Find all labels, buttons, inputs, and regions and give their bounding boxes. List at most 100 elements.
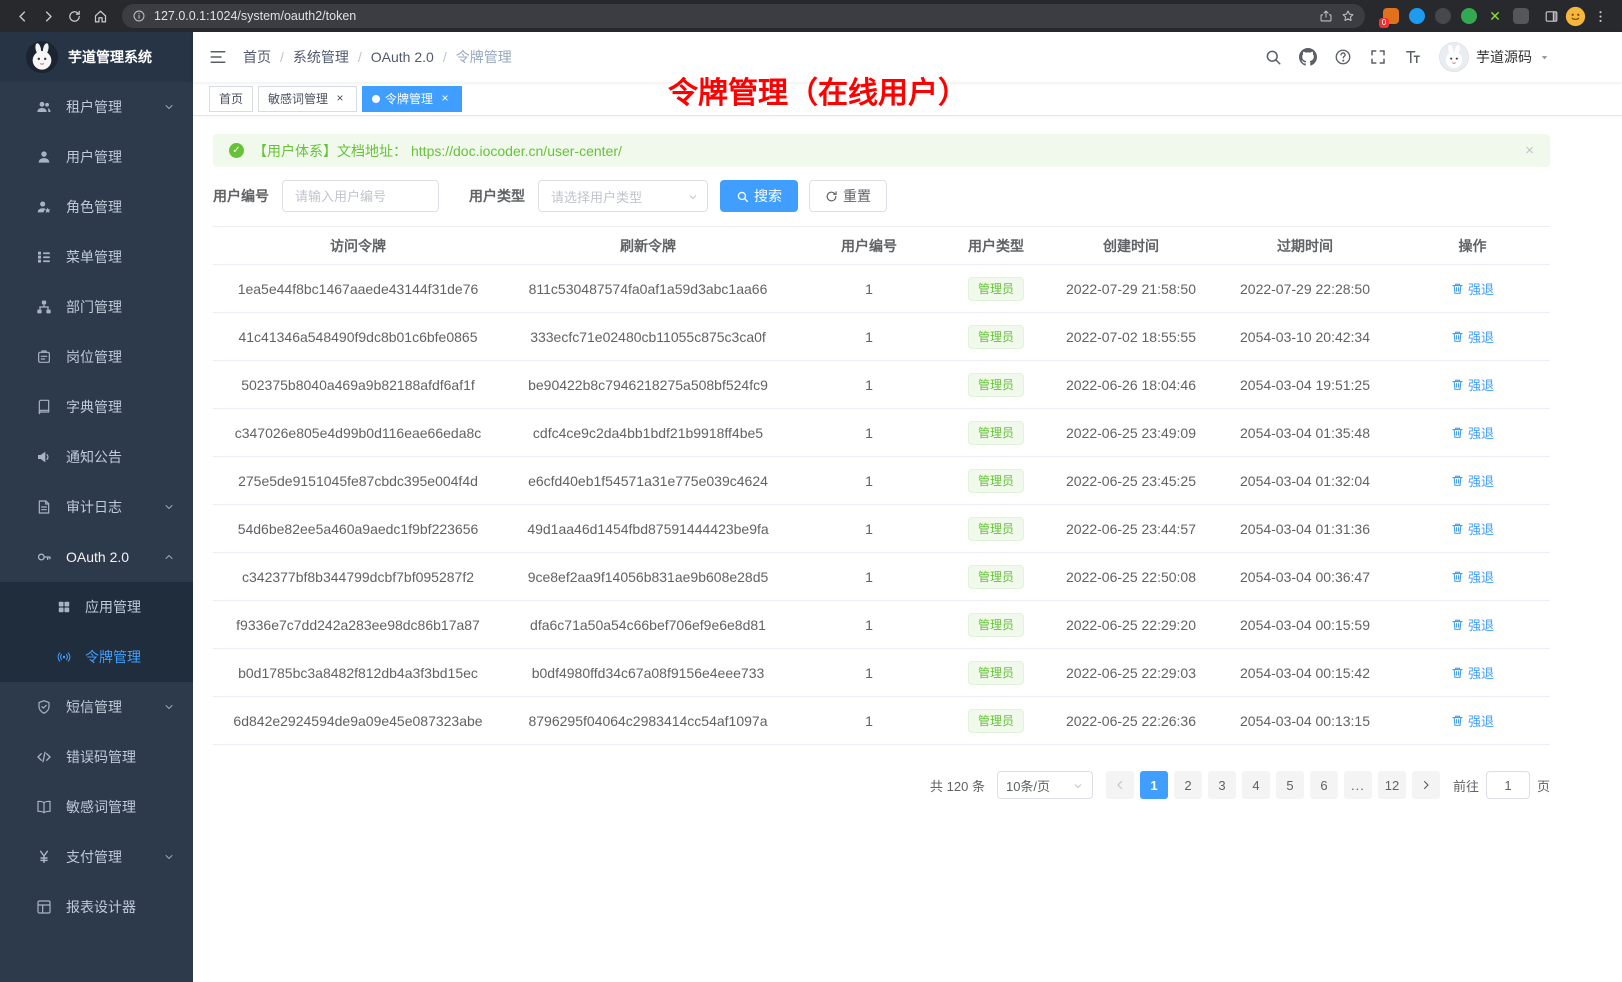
force-logout-button[interactable]: 强退 [1451,567,1494,586]
url-text[interactable]: 127.0.0.1:1024/system/oauth2/token [154,9,1311,23]
breadcrumb-item[interactable]: 系统管理 [293,47,349,67]
expire-time-cell: 2054-03-04 00:13:15 [1215,697,1395,745]
reset-button[interactable]: 重置 [809,180,887,212]
sidebar-item[interactable]: 岗位管理 [0,332,193,382]
search-icon[interactable] [1264,48,1282,66]
search-button[interactable]: 搜索 [720,180,798,212]
user-type-placeholder: 请选择用户类型 [551,187,642,206]
sidebar-item[interactable]: 短信管理 [0,682,193,732]
pagination-page-button[interactable]: 12 [1378,771,1406,799]
pagination-more-button[interactable]: ... [1344,771,1372,799]
sidebar-item[interactable]: 支付管理 [0,832,193,882]
doc-link[interactable]: https://doc.iocoder.cn/user-center/ [411,143,622,159]
tab[interactable]: 首页 [209,86,253,112]
github-icon[interactable] [1299,48,1317,66]
pagination-page-button[interactable]: 6 [1310,771,1338,799]
filter-form: 用户编号 用户类型 请选择用户类型 搜索 重置 [213,180,1550,212]
extension-icon-5[interactable]: ✕ [1487,8,1503,24]
help-icon[interactable] [1334,48,1352,66]
sidebar-item[interactable]: 租户管理 [0,82,193,132]
force-logout-button[interactable]: 强退 [1451,663,1494,682]
user-id-input[interactable] [282,180,439,212]
sidebar-item-label: 租户管理 [66,97,163,117]
browser-menu-icon[interactable] [1588,4,1612,28]
force-logout-button[interactable]: 强退 [1451,519,1494,538]
sidebar-item[interactable]: 报表设计器 [0,882,193,932]
breadcrumb-item[interactable]: 首页 [243,47,271,67]
sidebar-item[interactable]: 字典管理 [0,382,193,432]
sidebar-item[interactable]: 用户管理 [0,132,193,182]
side-panel-icon[interactable] [1539,4,1563,28]
refresh-token-cell: 9ce8ef2aa9f14056b831ae9b608e28d5 [503,553,793,601]
user-type-select[interactable]: 请选择用户类型 [538,180,708,212]
home-icon[interactable] [88,4,112,28]
alert-close-icon[interactable]: × [1525,142,1534,159]
forward-icon[interactable] [36,4,60,28]
app-logo[interactable]: 芋道管理系统 [0,32,193,82]
tab-close-icon[interactable]: × [333,92,347,106]
pagination-page-button[interactable]: 5 [1276,771,1304,799]
pagination-prev-button[interactable] [1106,771,1134,799]
chevron-down-icon [1072,780,1084,792]
user-menu[interactable]: 芋道源码 [1439,42,1550,72]
extension-icon-4[interactable] [1461,8,1477,24]
extension-icon-3[interactable] [1435,8,1451,24]
breadcrumb-item[interactable]: OAuth 2.0 [371,49,434,65]
sidebar-item[interactable]: 应用管理 [0,582,193,632]
main-area: 首页/系统管理/OAuth 2.0/令牌管理 芋道源码 首页敏感词管理×令牌管理… [193,32,1622,982]
share-icon[interactable] [1319,9,1333,23]
reload-icon[interactable] [62,4,86,28]
column-header: 用户编号 [793,227,945,265]
url-bar[interactable]: 127.0.0.1:1024/system/oauth2/token [122,4,1365,28]
back-icon[interactable] [10,4,34,28]
sidebar-item[interactable]: OAuth 2.0 [0,532,193,582]
sidebar-item[interactable]: 错误码管理 [0,732,193,782]
force-logout-button[interactable]: 强退 [1451,711,1494,730]
trash [1451,330,1464,343]
force-logout-button[interactable]: 强退 [1451,615,1494,634]
force-logout-button[interactable]: 强退 [1451,375,1494,394]
tab[interactable]: 令牌管理× [362,86,462,112]
force-logout-label: 强退 [1468,567,1494,586]
browser-profile-avatar[interactable] [1565,6,1586,27]
goto-page-input[interactable] [1486,771,1530,799]
sidebar-item[interactable]: 角色管理 [0,182,193,232]
sidebar-item[interactable]: 菜单管理 [0,232,193,282]
user-id-cell: 1 [793,601,945,649]
sidebar-item-label: OAuth 2.0 [66,549,163,565]
table-row: b0d1785bc3a8482f812db4a3f3bd15ecb0df4980… [213,649,1550,697]
extension-icon-6[interactable] [1513,8,1529,24]
user-type-badge: 管理员 [968,517,1024,541]
pagination-next-button[interactable] [1412,771,1440,799]
sidebar-item[interactable]: 部门管理 [0,282,193,332]
sidebar-item[interactable]: 敏感词管理 [0,782,193,832]
tab-close-icon[interactable]: × [438,92,452,106]
table-row: 54d6be82ee5a460a9aedc1f9bf22365649d1aa46… [213,505,1550,553]
force-logout-label: 强退 [1468,423,1494,442]
page-size-select[interactable]: 10条/页 [997,771,1093,799]
font-size-icon[interactable] [1404,48,1422,66]
force-logout-button[interactable]: 强退 [1451,327,1494,346]
sidebar-item-label: 部门管理 [66,297,175,317]
force-logout-button[interactable]: 强退 [1451,279,1494,298]
browser-toolbar: 127.0.0.1:1024/system/oauth2/token 0 ✕ [0,0,1622,32]
tab[interactable]: 敏感词管理× [258,86,357,112]
sidebar-collapse-icon[interactable] [193,32,243,82]
action-cell: 强退 [1395,457,1550,505]
force-logout-button[interactable]: 强退 [1451,423,1494,442]
pagination-page-button[interactable]: 2 [1174,771,1202,799]
sidebar-item[interactable]: 通知公告 [0,432,193,482]
site-info-icon[interactable] [132,9,146,23]
force-logout-button[interactable]: 强退 [1451,471,1494,490]
pagination-page-button[interactable]: 1 [1140,771,1168,799]
extension-icon-1[interactable]: 0 [1383,8,1399,24]
sidebar-item[interactable]: 令牌管理 [0,632,193,682]
sidebar-item[interactable]: 审计日志 [0,482,193,532]
chevron-down-icon [163,701,175,713]
bookmark-star-icon[interactable] [1341,9,1355,23]
extension-icon-2[interactable] [1409,8,1425,24]
pagination-page-button[interactable]: 3 [1208,771,1236,799]
fullscreen-icon[interactable] [1369,48,1387,66]
access-token-cell: 1ea5e44f8bc1467aaede43144f31de76 [213,265,503,313]
pagination-page-button[interactable]: 4 [1242,771,1270,799]
